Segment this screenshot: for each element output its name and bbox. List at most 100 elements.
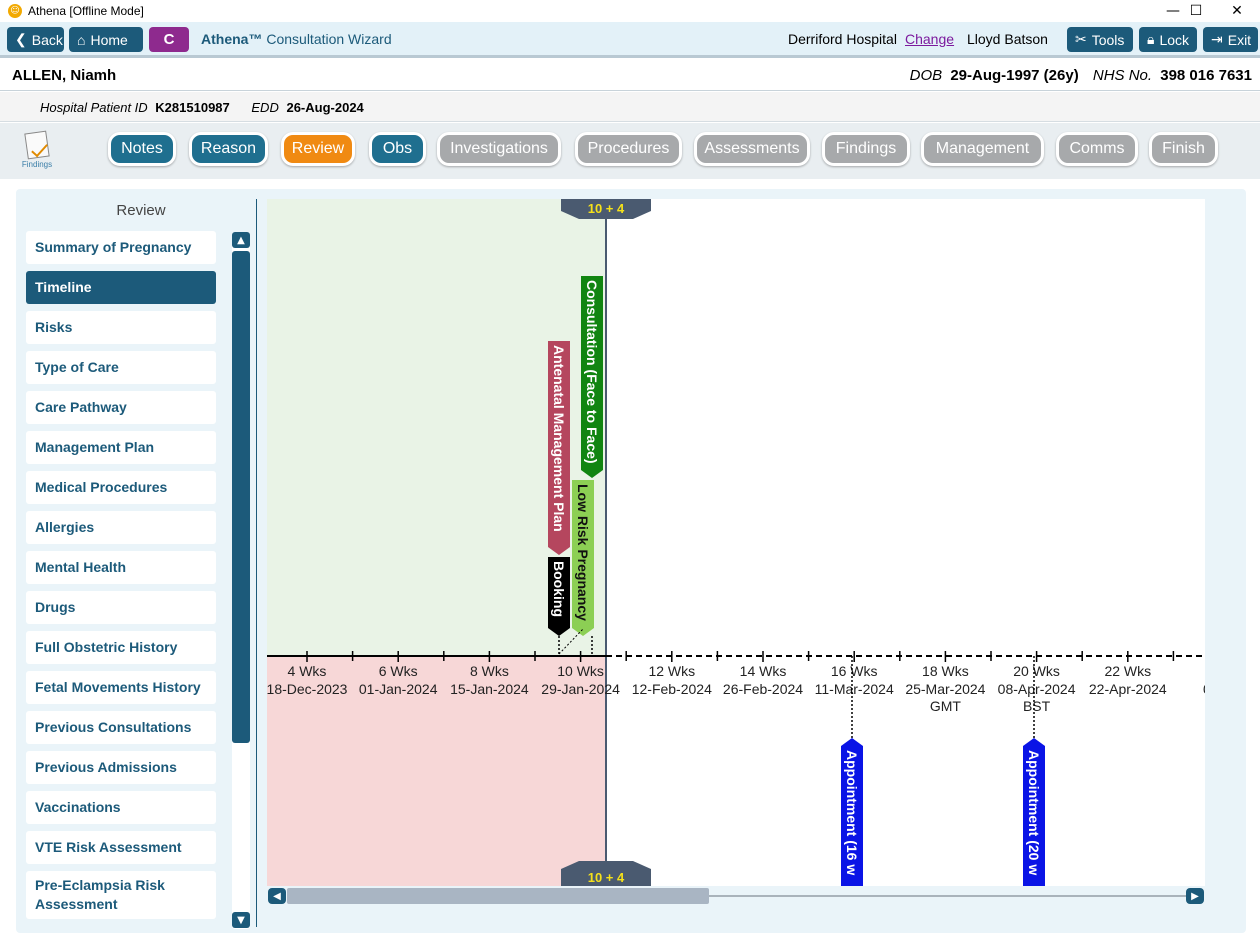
sidebar-item-management-plan[interactable]: Management Plan xyxy=(26,431,216,464)
user-name: Lloyd Batson xyxy=(967,31,1048,47)
wizard-title: Athena™ Consultation Wizard xyxy=(201,31,392,47)
patient-banner: ALLEN, Niamh DOB 29-Aug-1997 (26y) NHS N… xyxy=(0,61,1260,91)
sidebar-item-mental-health[interactable]: Mental Health xyxy=(26,551,216,584)
lock-icon: 🔒︎ xyxy=(1147,31,1155,47)
sidebar-item-drugs[interactable]: Drugs xyxy=(26,591,216,624)
tab-management[interactable]: Management xyxy=(921,132,1044,166)
event-consultation-flag[interactable]: Consultation (Face to Face) xyxy=(581,276,603,478)
tools-icon: ✂ xyxy=(1075,31,1087,47)
exit-label: Exit xyxy=(1227,31,1252,48)
tab-investigations[interactable]: Investigations xyxy=(437,132,561,166)
sidebar-item-previous-admissions[interactable]: Previous Admissions xyxy=(26,751,216,784)
sidebar-item-previous-consultations[interactable]: Previous Consultations xyxy=(26,711,216,744)
timeline-tick-weeks: 8 Wks xyxy=(470,663,509,679)
sidebar-item-vte-risk-assessment[interactable]: VTE Risk Assessment xyxy=(26,831,216,864)
scroll-right-icon[interactable]: ▶ xyxy=(1186,888,1204,904)
tab-procedures[interactable]: Procedures xyxy=(575,132,682,166)
brand-name: Athena™ xyxy=(201,31,263,47)
edd-value: 26-Aug-2024 xyxy=(286,100,364,115)
event-low-risk-flag[interactable]: Low Risk Pregnancy xyxy=(572,480,594,656)
sidebar-item-vaccinations[interactable]: Vaccinations xyxy=(26,791,216,824)
edd-label: EDD xyxy=(251,100,279,115)
timeline-tick-date: 01-Jan-2024 xyxy=(359,681,438,697)
patient-demographics: DOB 29-Aug-1997 (26y) NHS No. 398 016 76… xyxy=(910,67,1252,84)
current-marker-bottom: 10 + 4 xyxy=(561,861,651,886)
sidebar-item-risks[interactable]: Risks xyxy=(26,311,216,344)
scroll-left-icon[interactable]: ◀ xyxy=(268,888,286,904)
sidebar-item-care-pathway[interactable]: Care Pathway xyxy=(26,391,216,424)
back-button[interactable]: ❮ Back xyxy=(7,27,64,52)
tools-button[interactable]: ✂ Tools xyxy=(1067,27,1133,52)
sidebar-heading: Review xyxy=(116,202,166,219)
sidebar-item-fetal-movements-history[interactable]: Fetal Movements History xyxy=(26,671,216,704)
timeline-scrollbar[interactable]: ◀ ▶ xyxy=(267,886,1205,906)
timeline-tick-tz: BST xyxy=(1023,698,1051,714)
back-label: Back xyxy=(31,31,63,48)
athena-app-icon: ☺ xyxy=(8,4,22,18)
sidebar-scrollbar-thumb[interactable] xyxy=(232,251,250,743)
sidebar-item-medical-procedures[interactable]: Medical Procedures xyxy=(26,471,216,504)
sidebar-item-summary-of-pregnancy[interactable]: Summary of Pregnancy xyxy=(26,231,216,264)
pregnancy-timeline[interactable]: 4 Wks 18-Dec-2023 6 Wks 01-Jan-2024 8 Wks 15-… xyxy=(267,199,1205,886)
tab-comms[interactable]: Comms xyxy=(1056,132,1138,166)
chevron-left-icon: ❮ xyxy=(15,31,27,47)
timeline-tick-date: 08-Apr-2024 xyxy=(998,681,1076,697)
timeline-tick-weeks: 12 Wks xyxy=(648,663,695,679)
exit-button[interactable]: ⇥ Exit xyxy=(1203,27,1258,52)
wizard-name: Consultation Wizard xyxy=(266,31,392,47)
timeline-tick-date: 25-Mar-2024 xyxy=(905,681,985,697)
sidebar-item-timeline[interactable]: Timeline xyxy=(26,271,216,304)
tab-obs[interactable]: Obs xyxy=(369,132,426,166)
home-button[interactable]: ⌂ Home xyxy=(69,27,143,52)
hpid-label: Hospital Patient ID xyxy=(40,100,148,115)
window-titlebar: ☺ Athena [Offline Mode] — ☐ ✕ xyxy=(0,0,1260,22)
timeline-tick-weeks: 6 Wks xyxy=(379,663,418,679)
sidebar-item-pre-eclampsia-risk-assessment[interactable]: Pre-Eclampsia Risk Assessment xyxy=(26,871,216,919)
hpid-value: K281510987 xyxy=(155,100,230,115)
current-marker-bottom-text: 10 + 4 xyxy=(588,870,625,885)
findings-shortcut[interactable]: Findings xyxy=(18,130,56,176)
tab-review[interactable]: Review xyxy=(281,132,355,166)
top-toolbar: ❮ Back ⌂ Home C Athena™ Consultation Wiz… xyxy=(0,22,1260,58)
timeline-tick-date: 15-Jan-2024 xyxy=(450,681,529,697)
change-hospital-link[interactable]: Change xyxy=(905,31,954,47)
timeline-tick-weeks: 22 Wks xyxy=(1104,663,1151,679)
home-label: Home xyxy=(90,31,128,48)
window-title: Athena [Offline Mode] xyxy=(28,4,144,18)
tab-reason[interactable]: Reason xyxy=(189,132,268,166)
event-appointment-16w-flag-label: Appointment (16 w xyxy=(844,750,860,875)
timeline-tick-date: 18-Dec-2023 xyxy=(267,681,348,697)
close-window-button[interactable]: ✕ xyxy=(1214,0,1260,22)
lock-label: Lock xyxy=(1159,31,1190,48)
event-antenatal-plan-flag[interactable]: Antenatal Management Plan xyxy=(548,341,570,555)
tab-finish[interactable]: Finish xyxy=(1149,132,1218,166)
timeline-tick-date: 11-Mar-2024 xyxy=(815,681,894,697)
timeline-tick-date: 26-Feb-2024 xyxy=(723,681,803,697)
timeline-tick-tz: GMT xyxy=(930,698,962,714)
dob-value: 29-Aug-1997 (26y) xyxy=(950,67,1079,84)
c-button[interactable]: C xyxy=(149,27,189,52)
timeline-tick-date: 12-Feb-2024 xyxy=(632,681,712,697)
maximize-button[interactable]: ☐ xyxy=(1173,0,1219,22)
timeline-scrollbar-thumb[interactable] xyxy=(287,888,709,904)
panel-divider xyxy=(256,199,257,927)
sidebar-item-allergies[interactable]: Allergies xyxy=(26,511,216,544)
exit-icon: ⇥ xyxy=(1211,31,1223,47)
timeline-tick-weeks: 18 Wks xyxy=(922,663,969,679)
sidebar-scroll-down-icon[interactable]: ▼ xyxy=(232,912,250,928)
tools-label: Tools xyxy=(1091,31,1125,48)
event-low-risk-flag-label: Low Risk Pregnancy xyxy=(575,484,591,621)
nhs-label: NHS No. xyxy=(1092,67,1153,84)
current-marker-top: 10 + 4 xyxy=(561,199,651,219)
tab-findings[interactable]: Findings xyxy=(822,132,910,166)
findings-shortcut-label: Findings xyxy=(21,160,53,169)
sidebar-scroll-up-icon[interactable]: ▲ xyxy=(232,232,250,248)
lock-button[interactable]: 🔒︎ Lock xyxy=(1139,27,1197,52)
sidebar-item-type-of-care[interactable]: Type of Care xyxy=(26,351,216,384)
patient-id-bar: Hospital Patient ID K281510987 EDD 26-Au… xyxy=(0,92,1260,122)
tab-notes[interactable]: Notes xyxy=(108,132,176,166)
sidebar-item-full-obstetric-history[interactable]: Full Obstetric History xyxy=(26,631,216,664)
tab-assessments[interactable]: Assessments xyxy=(694,132,810,166)
event-appointment-20w-flag-label: Appointment (20 w xyxy=(1026,750,1042,875)
timeline-tick-date: 22-Apr-2024 xyxy=(1089,681,1167,697)
